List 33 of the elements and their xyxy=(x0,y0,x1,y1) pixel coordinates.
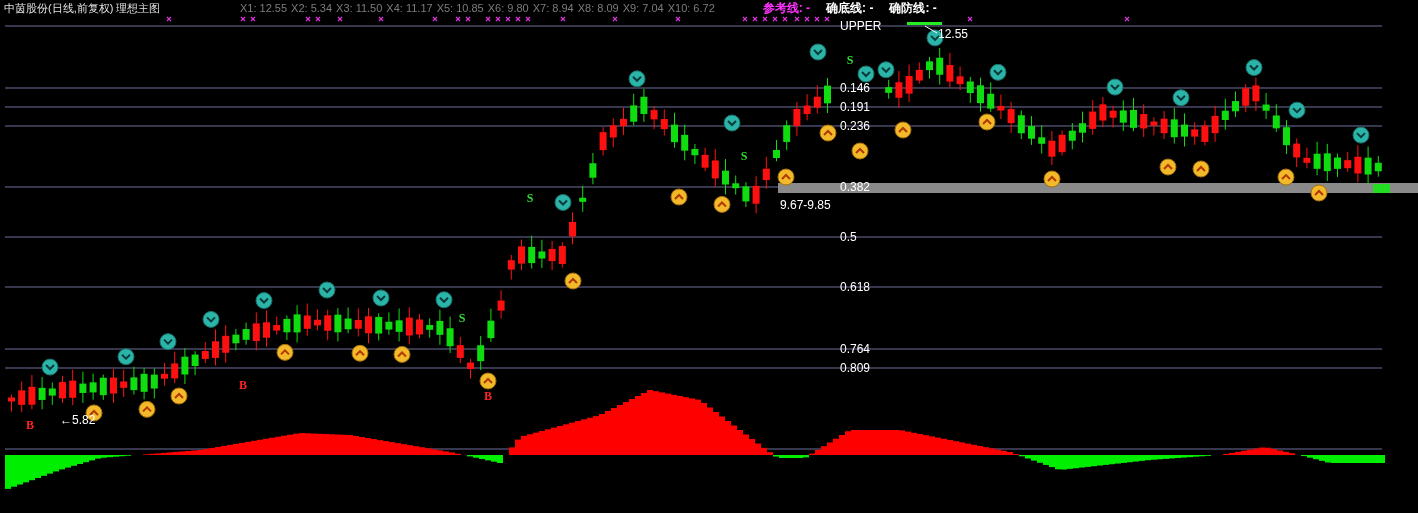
signal-letter: S xyxy=(458,311,466,325)
price-annotation: 9.67-9.85 xyxy=(780,198,831,212)
signal-letter: S xyxy=(526,191,534,205)
level-label: 0.809 xyxy=(840,361,871,375)
price-annotation: 12.55 xyxy=(938,27,969,41)
legend-label: 确底线: - xyxy=(826,0,874,16)
indicator-value: X1: 12.55 xyxy=(240,1,288,16)
level-label: 0.146 xyxy=(840,81,871,95)
legend-label: 确防线: - xyxy=(889,0,937,16)
indicator-value: X6: 9.80 xyxy=(487,1,529,16)
indicator-value: X10: 6.72 xyxy=(667,1,715,16)
level-label: 0.618 xyxy=(840,280,871,294)
signal-letter: S xyxy=(740,149,748,163)
chart-title: 中茵股份(日线,前复权) 理想主图 xyxy=(3,1,162,16)
price-annotation: UPPER xyxy=(840,19,882,33)
signal-letter: B xyxy=(484,389,492,403)
indicator-value: X5: 10.85 xyxy=(436,1,484,16)
level-label: 0.236 xyxy=(840,119,871,133)
level-label: 0.191 xyxy=(840,100,871,114)
indicator-value: X8: 8.09 xyxy=(577,1,619,16)
signal-letter: B xyxy=(239,378,247,392)
indicator-value: X7: 8.94 xyxy=(532,1,574,16)
signal-letter: B xyxy=(26,418,34,432)
signal-letter: S xyxy=(846,53,854,67)
price-annotation: ←5.82 xyxy=(60,413,96,427)
level-label: 0.764 xyxy=(840,342,871,356)
indicator-value: X2: 5.34 xyxy=(291,1,333,16)
level-label: 0.5 xyxy=(840,230,857,244)
level-label: 0.382 xyxy=(840,180,871,194)
legend-label: 参考线: - xyxy=(762,0,811,16)
indicator-value: X4: 11.17 xyxy=(386,1,433,16)
indicator-value: X9: 7.04 xyxy=(622,1,664,16)
indicator-value: X3: 11.50 xyxy=(336,1,383,16)
